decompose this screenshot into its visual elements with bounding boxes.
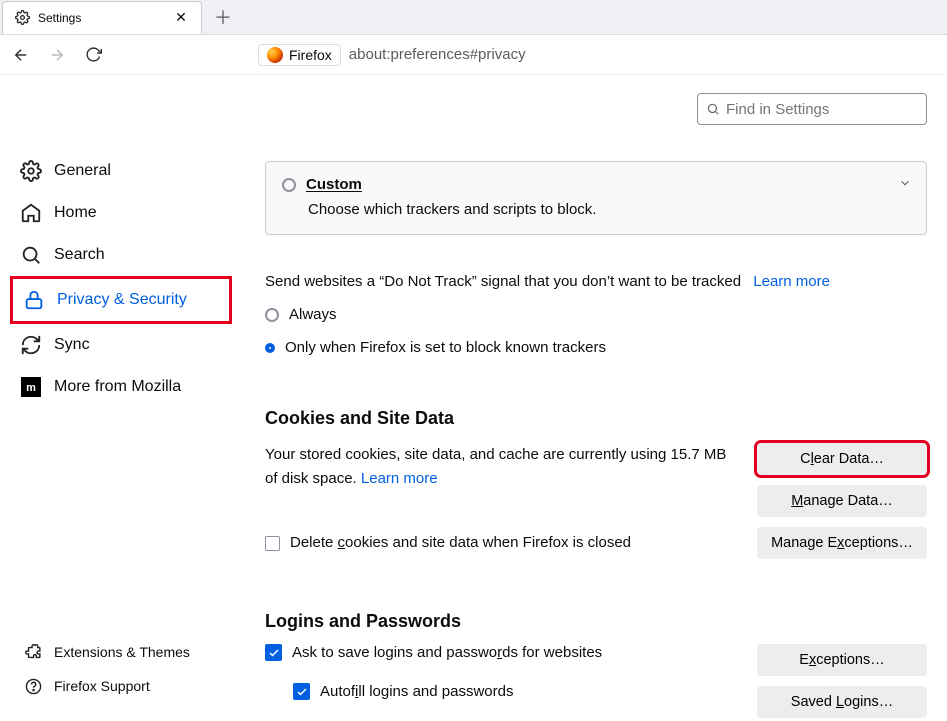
help-icon bbox=[22, 675, 44, 697]
logins-exceptions-button[interactable]: Exceptions… bbox=[757, 644, 927, 676]
sidebar-item-support[interactable]: Firefox Support bbox=[0, 669, 240, 703]
dnt-text: Send websites a “Do Not Track” signal th… bbox=[265, 273, 741, 290]
tab-settings[interactable]: Settings ✕ bbox=[2, 1, 202, 34]
dnt-option-always[interactable]: Always bbox=[265, 306, 927, 323]
manage-exceptions-button[interactable]: Manage Exceptions… bbox=[757, 527, 927, 559]
dnt-learn-more-link[interactable]: Learn more bbox=[753, 273, 830, 290]
puzzle-icon bbox=[22, 641, 44, 663]
cookies-usage-size: 15.7 MB bbox=[671, 446, 727, 463]
sidebar-item-more-mozilla[interactable]: m More from Mozilla bbox=[0, 366, 240, 408]
checkbox-label: Delete cookies and site data when Firefo… bbox=[290, 531, 631, 555]
etp-custom-row[interactable]: Custom Choose which trackers and scripts… bbox=[265, 161, 927, 235]
identity-label: Firefox bbox=[289, 47, 332, 63]
sidebar-item-search[interactable]: Search bbox=[0, 234, 240, 276]
etp-custom-label: Custom bbox=[306, 176, 362, 193]
radio-label: Only when Firefox is set to block known … bbox=[285, 339, 606, 356]
gear-icon bbox=[20, 160, 42, 182]
sidebar-item-label: General bbox=[54, 162, 111, 180]
sidebar-item-label: Home bbox=[54, 204, 97, 222]
identity-badge[interactable]: Firefox bbox=[258, 44, 341, 66]
radio-off-icon[interactable] bbox=[282, 178, 296, 192]
chevron-down-icon[interactable] bbox=[898, 176, 912, 190]
find-in-settings[interactable] bbox=[697, 93, 927, 125]
tab-title: Settings bbox=[38, 11, 165, 25]
sync-icon bbox=[20, 334, 42, 356]
ask-save-logins-row[interactable]: Ask to save logins and passwords for web… bbox=[265, 644, 757, 661]
sidebar-item-sync[interactable]: Sync bbox=[0, 324, 240, 366]
dnt-row: Send websites a “Do Not Track” signal th… bbox=[265, 273, 927, 290]
checkbox-label: Ask to save logins and passwords for web… bbox=[292, 644, 602, 661]
sidebar-item-label: More from Mozilla bbox=[54, 378, 181, 396]
reload-button[interactable] bbox=[82, 44, 104, 66]
sidebar-item-general[interactable]: General bbox=[0, 150, 240, 192]
etp-custom-desc: Choose which trackers and scripts to blo… bbox=[308, 201, 910, 218]
checkbox-unchecked-icon[interactable] bbox=[265, 536, 280, 551]
sidebar-item-label: Firefox Support bbox=[54, 678, 150, 694]
forward-button[interactable] bbox=[46, 44, 68, 66]
checkbox-checked-icon[interactable] bbox=[293, 683, 310, 700]
saved-logins-button[interactable]: Saved Logins… bbox=[757, 686, 927, 718]
sidebar-item-extensions[interactable]: Extensions & Themes bbox=[0, 635, 240, 669]
radio-off-icon bbox=[265, 308, 279, 322]
back-button[interactable] bbox=[10, 44, 32, 66]
checkbox-checked-icon[interactable] bbox=[265, 644, 282, 661]
autofill-logins-row[interactable]: Autofill logins and passwords bbox=[293, 683, 757, 700]
sidebar-item-label: Search bbox=[54, 246, 105, 264]
manage-data-button[interactable]: Manage Data… bbox=[757, 485, 927, 517]
toolbar: Firefox about:preferences#privacy bbox=[0, 35, 947, 75]
clear-data-button[interactable]: Clear Data… bbox=[757, 443, 927, 475]
search-icon bbox=[706, 102, 720, 116]
search-icon bbox=[20, 244, 42, 266]
cookies-description: Your stored cookies, site data, and cach… bbox=[265, 443, 741, 559]
home-icon bbox=[20, 202, 42, 224]
cookies-learn-more-link[interactable]: Learn more bbox=[361, 470, 438, 487]
sidebar-item-home[interactable]: Home bbox=[0, 192, 240, 234]
find-in-settings-input[interactable] bbox=[726, 101, 925, 118]
settings-main: Custom Choose which trackers and scripts… bbox=[240, 75, 947, 718]
close-tab-icon[interactable]: ✕ bbox=[173, 10, 189, 26]
radio-on-icon bbox=[265, 343, 275, 353]
sidebar-item-label: Privacy & Security bbox=[57, 291, 187, 309]
sidebar: General Home Search Privacy & Security S bbox=[0, 75, 240, 718]
svg-text:m: m bbox=[26, 382, 36, 394]
sidebar-item-label: Extensions & Themes bbox=[54, 644, 190, 660]
gear-icon bbox=[15, 10, 30, 25]
radio-label: Always bbox=[289, 306, 337, 323]
sidebar-item-privacy[interactable]: Privacy & Security bbox=[10, 276, 232, 324]
logins-heading: Logins and Passwords bbox=[265, 611, 927, 632]
delete-on-close-row[interactable]: Delete cookies and site data when Firefo… bbox=[265, 531, 741, 555]
tab-strip: Settings ✕ ＋ bbox=[0, 0, 947, 35]
new-tab-button[interactable]: ＋ bbox=[208, 2, 238, 32]
sidebar-item-label: Sync bbox=[54, 336, 90, 354]
dnt-option-only-blocking[interactable]: Only when Firefox is set to block known … bbox=[265, 339, 927, 356]
url-text: about:preferences#privacy bbox=[349, 46, 526, 63]
checkbox-label: Autofill logins and passwords bbox=[320, 683, 513, 700]
mozilla-icon: m bbox=[20, 376, 42, 398]
lock-icon bbox=[23, 289, 45, 311]
sidebar-footer: Extensions & Themes Firefox Support bbox=[0, 635, 240, 703]
cookies-heading: Cookies and Site Data bbox=[265, 408, 927, 429]
firefox-icon bbox=[267, 47, 283, 63]
address-bar[interactable]: Firefox about:preferences#privacy bbox=[258, 44, 526, 66]
